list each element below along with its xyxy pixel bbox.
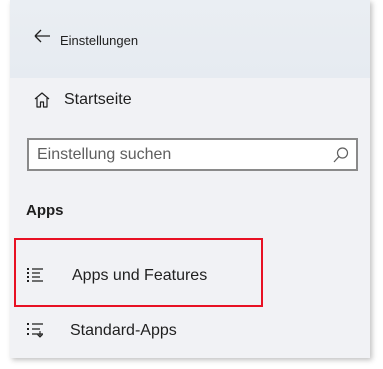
nav-item-label: Standard-Apps	[70, 322, 177, 339]
list-icon	[26, 266, 44, 284]
home-icon	[32, 90, 52, 110]
nav-item-apps-und-features[interactable]: Apps und Features	[10, 254, 370, 298]
arrow-left-icon	[34, 29, 50, 43]
title-bar: Einstellungen	[10, 0, 370, 78]
search-input[interactable]	[37, 145, 317, 165]
screenshot-frame: Einstellungen Startseite Apps	[0, 0, 383, 369]
search-icon[interactable]	[332, 146, 350, 164]
nav-item-standard-apps[interactable]: Standard-Apps	[10, 309, 370, 353]
back-button[interactable]	[32, 26, 52, 46]
default-apps-icon	[26, 321, 44, 339]
settings-panel: Einstellungen Startseite Apps	[10, 0, 370, 358]
window-title: Einstellungen	[60, 33, 139, 48]
nav-item-label: Apps und Features	[72, 267, 208, 284]
home-link[interactable]: Startseite	[10, 78, 370, 124]
search-box[interactable]	[27, 138, 358, 171]
home-label: Startseite	[64, 91, 132, 108]
section-heading: Apps	[26, 202, 64, 219]
